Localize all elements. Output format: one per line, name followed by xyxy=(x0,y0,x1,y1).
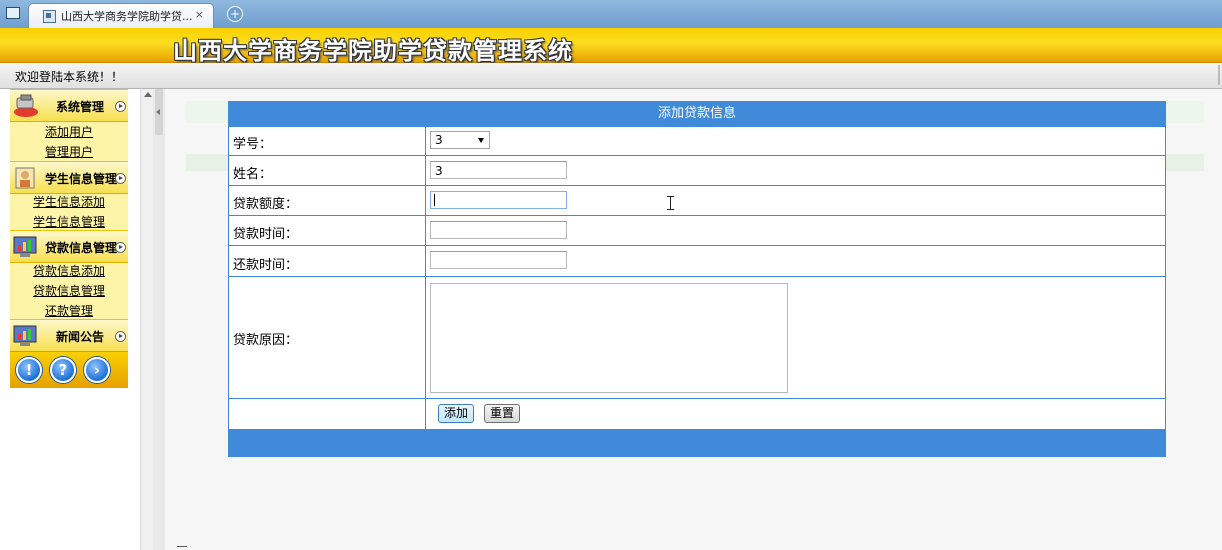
browser-tab[interactable]: 山西大学商务学院助学贷... × xyxy=(28,3,214,29)
field-cell xyxy=(426,186,1165,215)
amount-label: 贷款额度： xyxy=(233,197,299,212)
field-label-cell: 贷款时间： xyxy=(229,216,426,245)
menu-link-loan-add[interactable]: 贷款信息添加 xyxy=(10,262,128,279)
form-row-student-id: 学号： 3 xyxy=(229,127,1165,155)
welcome-divider xyxy=(1218,65,1220,85)
collapse-handle-icon[interactable] xyxy=(155,89,163,135)
student-id-select[interactable]: 3 xyxy=(430,131,490,149)
reason-textarea[interactable] xyxy=(430,283,788,393)
field-label-cell: 姓名： xyxy=(229,156,426,185)
form-row-amount: 贷款额度： xyxy=(229,186,1165,215)
system-title: 山西大学商务学院助学贷款管理系统 xyxy=(173,37,573,65)
welcome-bar: 欢迎登陆本系统！！ xyxy=(0,63,1222,89)
form-title: 添加贷款信息 xyxy=(657,106,736,121)
field-label-cell: 贷款额度： xyxy=(229,186,426,215)
tab-title: 山西大学商务学院助学贷... xyxy=(61,10,193,23)
page-favicon-icon xyxy=(43,10,56,23)
student-id-selected-value: 3 xyxy=(435,133,443,147)
repay-date-label: 还款时间： xyxy=(233,258,299,273)
menu-section-title: 系统管理 xyxy=(56,100,105,114)
loan-date-label: 贷款时间： xyxy=(233,227,299,242)
expand-arrow-icon xyxy=(115,331,126,342)
field-cell: 3 xyxy=(426,127,1165,155)
field-label-cell: 学号： xyxy=(229,127,426,155)
status-mark xyxy=(177,546,187,547)
menu-section-title: 学生信息管理 xyxy=(45,172,118,186)
monitor-chart-icon xyxy=(13,236,37,257)
window-icon[interactable] xyxy=(6,7,20,19)
field-cell xyxy=(426,277,1165,398)
reset-button[interactable]: 重置 xyxy=(484,404,521,423)
expand-arrow-icon xyxy=(115,101,126,112)
help-icon[interactable]: ? xyxy=(50,357,76,383)
menu-link-student-add[interactable]: 学生信息添加 xyxy=(10,193,128,210)
form-row-loan-date: 贷款时间： xyxy=(229,216,1165,245)
menu-section-news[interactable]: 新闻公告 xyxy=(10,319,128,352)
browser-tab-bar: 山西大学商务学院助学贷... × + xyxy=(0,0,1222,29)
text-cursor-icon xyxy=(667,196,675,210)
text-caret xyxy=(434,194,435,206)
menu-section-system[interactable]: 系统管理 xyxy=(10,89,128,122)
menu-link-add-user[interactable]: 添加用户 xyxy=(10,123,128,140)
expand-arrow-icon xyxy=(115,242,126,253)
sidebar-scrollbar[interactable] xyxy=(140,89,154,550)
new-tab-icon[interactable]: + xyxy=(227,6,243,22)
menu-section-student[interactable]: 学生信息管理 xyxy=(10,161,128,194)
dropdown-arrow-icon xyxy=(478,138,484,143)
form-row-repay-date: 还款时间： xyxy=(229,246,1165,276)
field-cell xyxy=(426,216,1165,245)
menu-section-title: 新闻公告 xyxy=(56,330,105,344)
amount-input[interactable] xyxy=(430,191,567,209)
menu-link-manage-user[interactable]: 管理用户 xyxy=(10,143,128,160)
menu-link-repayment[interactable]: 还款管理 xyxy=(10,302,128,319)
menu-link-loan-manage[interactable]: 贷款信息管理 xyxy=(10,282,128,299)
scroll-up-icon[interactable] xyxy=(144,92,152,97)
menu-section-title: 贷款信息管理 xyxy=(45,241,118,255)
field-cell: 添加 重置 xyxy=(426,399,1165,429)
forward-icon[interactable]: › xyxy=(84,357,110,383)
name-label: 姓名： xyxy=(233,167,273,182)
name-input[interactable]: 3 xyxy=(430,161,567,179)
expand-arrow-icon xyxy=(115,173,126,184)
field-label-cell: 贷款原因： xyxy=(229,277,426,398)
field-label-cell xyxy=(229,399,426,429)
monitor-chart-icon xyxy=(13,325,37,346)
field-cell: 3 xyxy=(426,156,1165,185)
panel-splitter[interactable] xyxy=(153,89,165,550)
form-row-name: 姓名： 3 xyxy=(229,156,1165,185)
tools-icon xyxy=(14,94,38,117)
field-label-cell: 还款时间： xyxy=(229,246,426,276)
menu-link-student-manage[interactable]: 学生信息管理 xyxy=(10,213,128,230)
loan-date-input[interactable] xyxy=(430,221,567,239)
sidebar-bottom-bar: ! ? › xyxy=(10,351,128,388)
info-icon[interactable]: ! xyxy=(16,357,42,383)
form-row-reason: 贷款原因： xyxy=(229,277,1165,398)
tab-close-icon[interactable]: × xyxy=(195,8,204,21)
sidebar-menu: 系统管理 添加用户 管理用户 学生信息管理 学生信息添加 学生信息管理 贷款信息… xyxy=(10,89,128,388)
form-footer-bar xyxy=(229,431,1165,456)
form-row-actions: 添加 重置 xyxy=(229,399,1165,429)
repay-date-input[interactable] xyxy=(430,251,567,269)
reason-label: 贷款原因： xyxy=(233,333,299,348)
field-cell xyxy=(426,246,1165,276)
add-loan-form: 添加贷款信息 学号： 3 姓名： 3 贷款额度： 贷款时间： 还款时间： 贷款原… xyxy=(228,101,1166,457)
add-button[interactable]: 添加 xyxy=(438,404,475,423)
welcome-text: 欢迎登陆本系统！！ xyxy=(15,70,124,84)
student-icon xyxy=(15,167,35,189)
student-id-label: 学号： xyxy=(233,137,273,152)
app-header: 山西大学商务学院助学贷款管理系统 xyxy=(0,28,1222,65)
menu-section-loan[interactable]: 贷款信息管理 xyxy=(10,230,128,263)
